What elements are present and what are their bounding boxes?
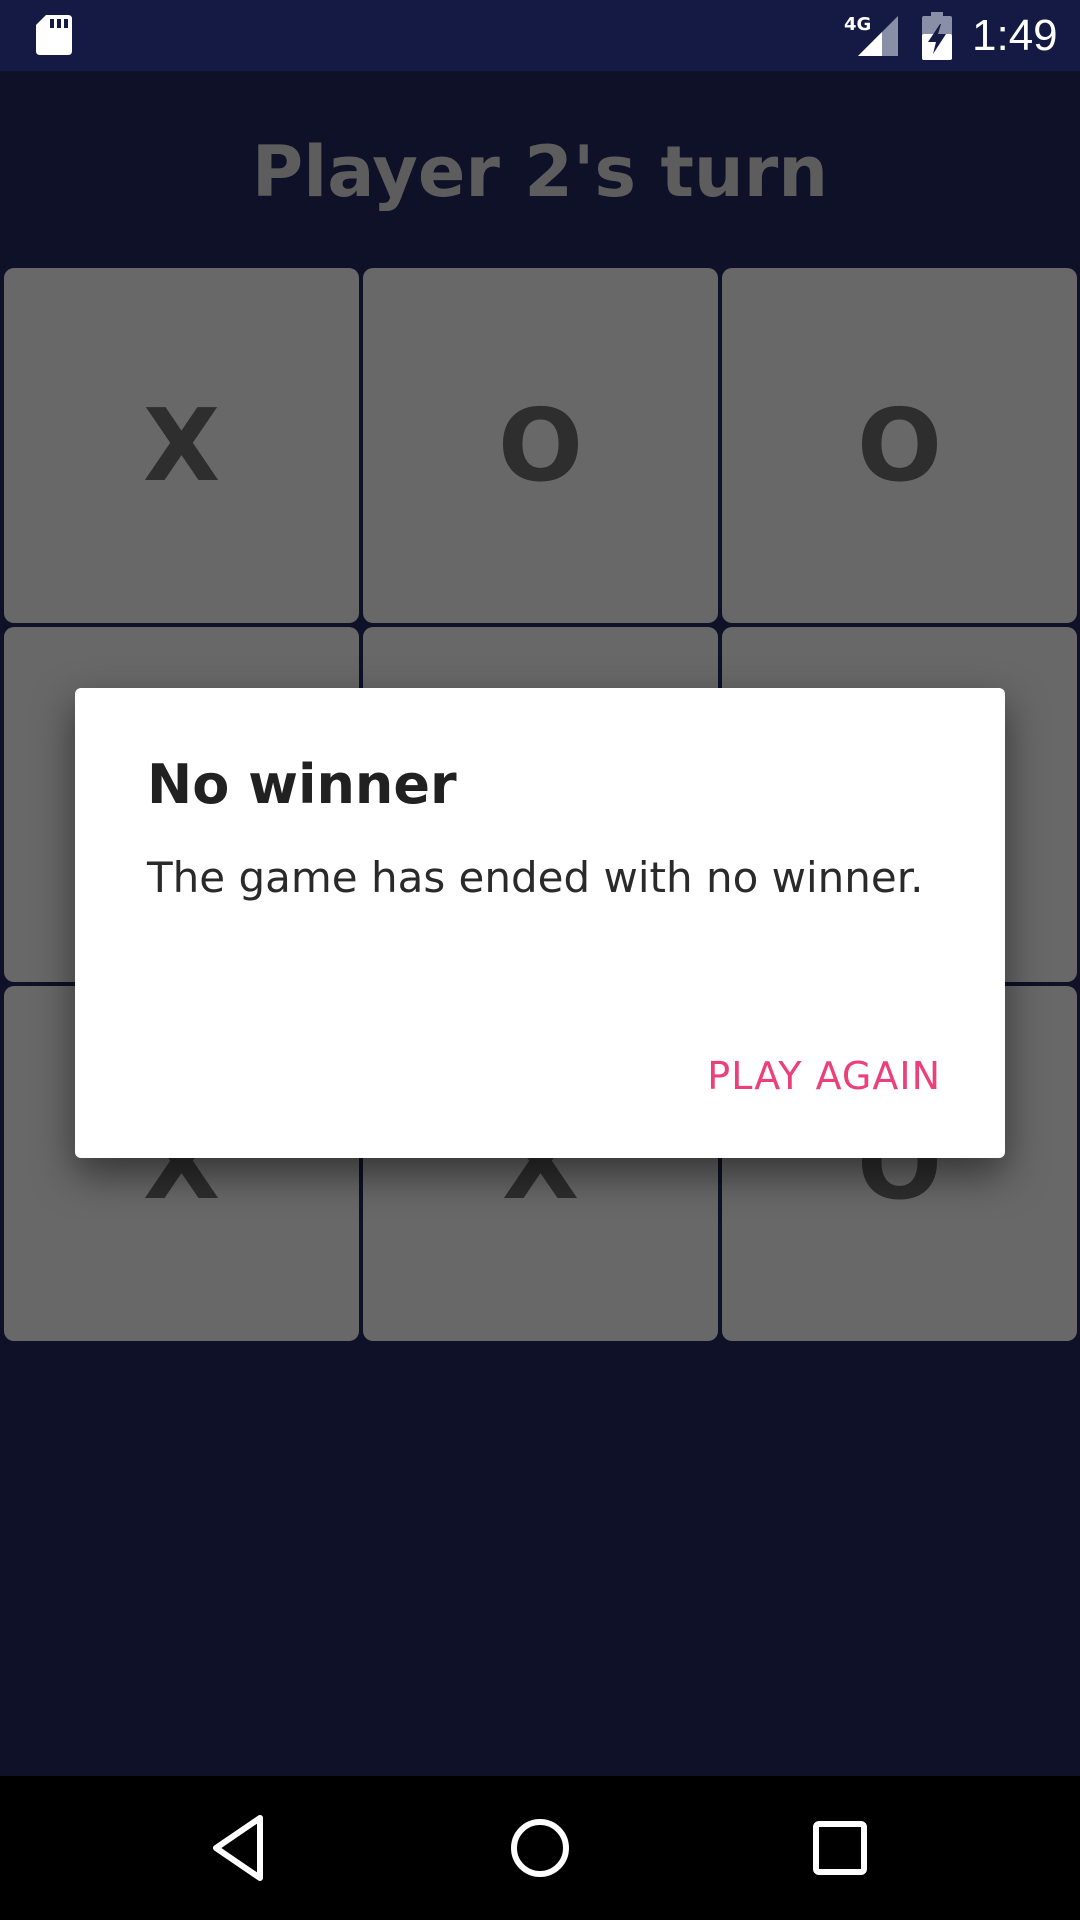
home-icon[interactable]: [500, 1808, 580, 1888]
status-time: 1:49: [972, 11, 1058, 60]
play-again-button[interactable]: PLAY AGAIN: [707, 1040, 941, 1112]
back-icon[interactable]: [200, 1808, 280, 1888]
navigation-bar: [0, 1776, 1080, 1920]
sd-card-icon: [36, 15, 72, 55]
dialog-title: No winner: [147, 753, 457, 816]
status-bar: 4G 1:49: [0, 0, 1080, 71]
no-winner-dialog: No winner The game has ended with no win…: [75, 688, 1005, 1158]
signal-icon: 4G: [844, 14, 898, 56]
dialog-message: The game has ended with no winner.: [147, 853, 924, 902]
recents-icon[interactable]: [800, 1808, 880, 1888]
screen: 4G 1:49 Player 2's turn X O O X X O No w…: [0, 0, 1080, 1920]
network-type-label: 4G: [844, 14, 871, 35]
battery-charging-icon: [922, 12, 952, 60]
